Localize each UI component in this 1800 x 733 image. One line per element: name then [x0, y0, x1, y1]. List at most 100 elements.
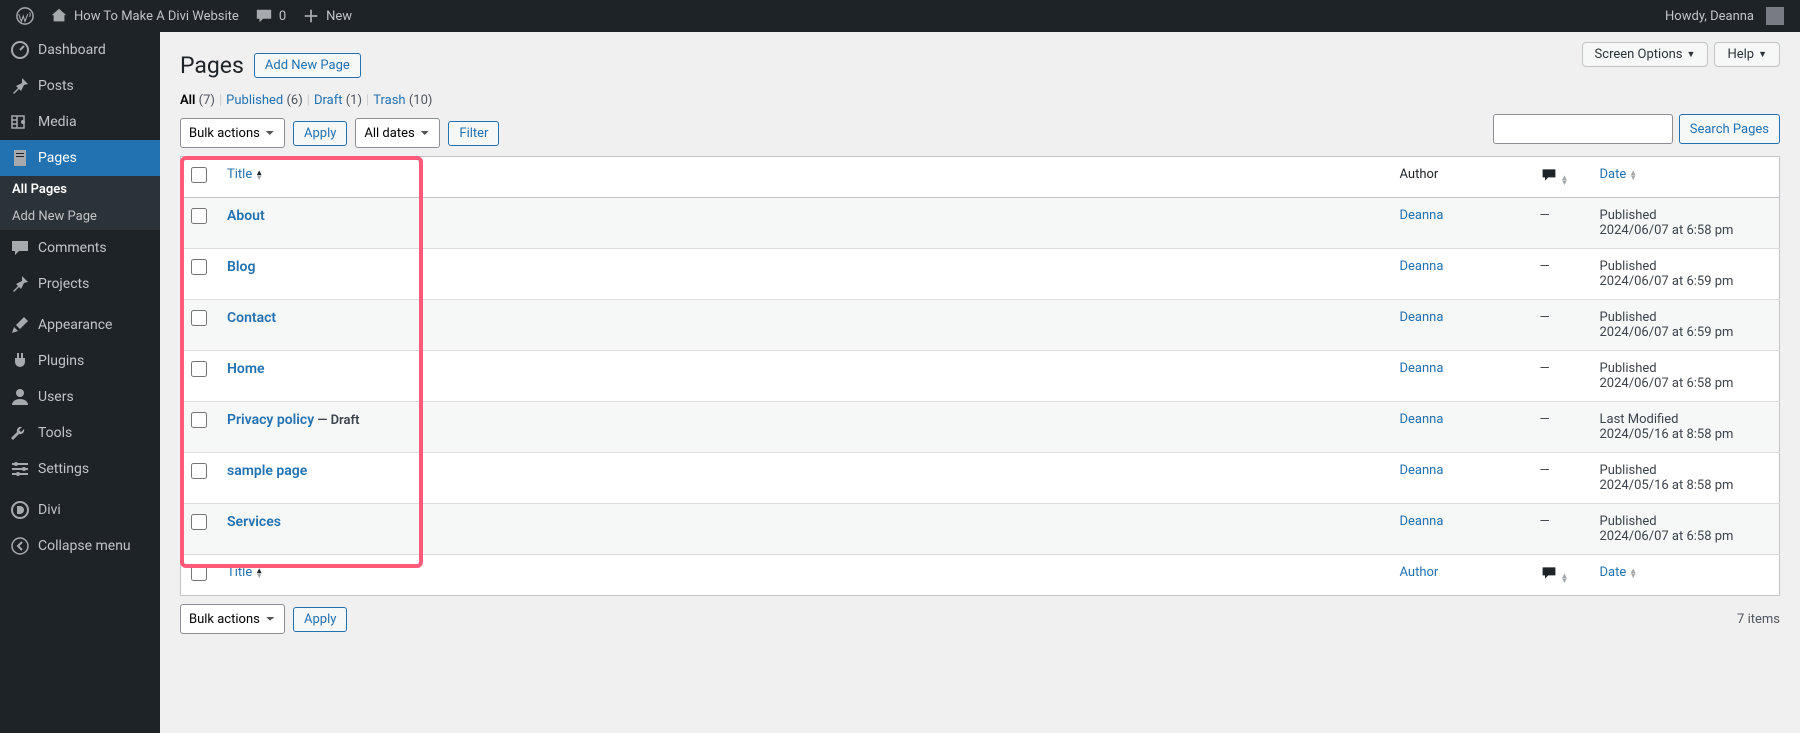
author-link[interactable]: Deanna [1400, 514, 1444, 529]
page-title-link[interactable]: About [227, 208, 265, 224]
menu-item-plugins[interactable]: Plugins [0, 343, 160, 379]
post-state: — Draft [314, 413, 359, 428]
row-checkbox[interactable] [191, 361, 207, 377]
row-checkbox[interactable] [191, 310, 207, 326]
row-checkbox[interactable] [191, 463, 207, 479]
pages-table: Title▲▼ Author ▲▼ Date▲▼ AboutDeanna—Pub… [180, 156, 1780, 596]
page-icon [10, 148, 30, 168]
new-content-link[interactable]: New [294, 0, 360, 32]
date-cell: Published2024/06/07 at 6:58 pm [1590, 504, 1780, 555]
search-box: Search Pages [1493, 114, 1780, 144]
page-title-link[interactable]: Home [227, 361, 265, 377]
admin-toolbar: How To Make A Divi Website 0 New Howdy, … [0, 0, 1800, 32]
author-link[interactable]: Deanna [1400, 208, 1444, 223]
dashboard-icon [10, 40, 30, 60]
select-all-top[interactable] [191, 167, 207, 183]
filter-all[interactable]: All [180, 93, 195, 108]
apply-button-top[interactable]: Apply [293, 121, 347, 146]
screen-options-button[interactable]: Screen Options ▼ [1582, 42, 1709, 67]
bulk-actions-select[interactable]: Bulk actions [180, 118, 285, 148]
filter-draft[interactable]: Draft [314, 93, 343, 108]
filter-trash[interactable]: Trash [373, 93, 405, 108]
select-all-bottom[interactable] [191, 565, 207, 581]
divi-icon [10, 500, 30, 520]
new-label: New [326, 9, 352, 24]
collapse-icon [10, 536, 30, 556]
date-cell: Published2024/06/07 at 6:58 pm [1590, 351, 1780, 402]
sort-date-bottom[interactable]: Date▲▼ [1600, 565, 1638, 580]
page-title-link[interactable]: Blog [227, 259, 255, 275]
comment-icon [255, 7, 273, 25]
settings-icon [10, 459, 30, 479]
sort-title-bottom[interactable]: Title▲▼ [227, 565, 263, 580]
admin-sidebar: DashboardPostsMediaPagesAll PagesAdd New… [0, 32, 160, 733]
row-checkbox[interactable] [191, 412, 207, 428]
howdy-text: Howdy, Deanna [1665, 9, 1754, 24]
comment-icon [10, 238, 30, 258]
menu-item-appearance[interactable]: Appearance [0, 307, 160, 343]
filter-published[interactable]: Published [226, 93, 283, 108]
items-count-bottom: 7 items [1737, 612, 1780, 627]
menu-item-pages[interactable]: Pages [0, 140, 160, 176]
author-link[interactable]: Deanna [1400, 361, 1444, 376]
site-name-link[interactable]: How To Make A Divi Website [42, 0, 247, 32]
help-button[interactable]: Help ▼ [1714, 42, 1780, 67]
comments-cell: — [1530, 504, 1590, 555]
status-filter-links: All (7) | Published (6) | Draft (1) | Tr… [180, 93, 1780, 108]
page-title-link[interactable]: Privacy policy [227, 412, 314, 428]
wp-logo[interactable] [8, 0, 42, 32]
submenu-add-new-page[interactable]: Add New Page [0, 203, 160, 230]
menu-item-posts[interactable]: Posts [0, 68, 160, 104]
page-title-link[interactable]: sample page [227, 463, 307, 479]
sort-date[interactable]: Date▲▼ [1600, 167, 1638, 182]
pin-icon [10, 76, 30, 96]
menu-item-media[interactable]: Media [0, 104, 160, 140]
search-input[interactable] [1493, 114, 1673, 144]
row-checkbox[interactable] [191, 514, 207, 530]
sort-title[interactable]: Title▲▼ [227, 167, 263, 182]
comments-cell: — [1530, 300, 1590, 351]
page-title-link[interactable]: Services [227, 514, 281, 530]
column-comments-bottom[interactable]: ▲▼ [1540, 570, 1569, 585]
author-link[interactable]: Deanna [1400, 412, 1444, 427]
row-checkbox[interactable] [191, 259, 207, 275]
submenu-all-pages[interactable]: All Pages [0, 176, 160, 203]
search-pages-button[interactable]: Search Pages [1679, 114, 1780, 144]
column-comments[interactable]: ▲▼ [1540, 172, 1569, 187]
author-link[interactable]: Deanna [1400, 310, 1444, 325]
plus-icon [302, 7, 320, 25]
menu-item-divi[interactable]: Divi [0, 492, 160, 528]
menu-item-tools[interactable]: Tools [0, 415, 160, 451]
user-icon [10, 387, 30, 407]
page-title-link[interactable]: Contact [227, 310, 276, 326]
row-checkbox[interactable] [191, 208, 207, 224]
date-cell: Published2024/06/07 at 6:59 pm [1590, 249, 1780, 300]
comments-cell: — [1530, 402, 1590, 453]
date-filter-select[interactable]: All dates [355, 118, 440, 148]
wordpress-icon [16, 7, 34, 25]
menu-item-dashboard[interactable]: Dashboard [0, 32, 160, 68]
comments-cell: — [1530, 453, 1590, 504]
menu-item-collapse-menu[interactable]: Collapse menu [0, 528, 160, 564]
table-row: sample pageDeanna—Published2024/05/16 at… [181, 453, 1780, 504]
filter-button[interactable]: Filter [448, 121, 499, 146]
author-link[interactable]: Deanna [1400, 259, 1444, 274]
apply-button-bottom[interactable]: Apply [293, 607, 347, 632]
menu-item-projects[interactable]: Projects [0, 266, 160, 302]
comments-cell: — [1530, 249, 1590, 300]
author-link[interactable]: Deanna [1400, 463, 1444, 478]
comment-icon [1540, 565, 1558, 581]
add-new-page-button[interactable]: Add New Page [254, 53, 361, 78]
menu-item-users[interactable]: Users [0, 379, 160, 415]
column-author: Author [1390, 157, 1530, 198]
menu-item-comments[interactable]: Comments [0, 230, 160, 266]
bulk-actions-select-bottom[interactable]: Bulk actions [180, 604, 285, 634]
date-cell: Published2024/06/07 at 6:58 pm [1590, 198, 1780, 249]
brush-icon [10, 315, 30, 335]
date-cell: Published2024/06/07 at 6:59 pm [1590, 300, 1780, 351]
account-link[interactable]: Howdy, Deanna [1657, 0, 1792, 32]
comments-link[interactable]: 0 [247, 0, 294, 32]
menu-item-settings[interactable]: Settings [0, 451, 160, 487]
table-row: Services Deanna —Published2024/06/07 at 6:… [181, 504, 1780, 555]
table-row: Privacy policy — DraftDeanna—Last Modifi… [181, 402, 1780, 453]
